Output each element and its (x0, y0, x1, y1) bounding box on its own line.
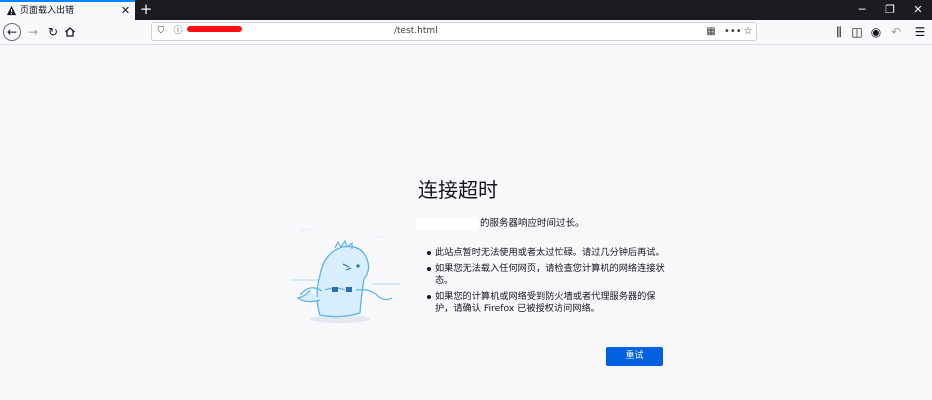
reload-button[interactable]: ↻ (44, 23, 62, 41)
url-bar[interactable]: ⛉ ⓘ /test.html ▦ ••• ☆ (151, 22, 757, 41)
tab-close-icon[interactable]: ✕ (120, 4, 131, 18)
bookmark-star-icon[interactable]: ☆ (741, 25, 755, 38)
list-item: 如果您的计算机或网络受到防火墙或者代理服务器的保护，请确认 Firefox 已被… (426, 291, 666, 315)
error-description: 的服务器响应时间过长。 (480, 218, 585, 229)
arrow-left-icon: ← (6, 25, 18, 39)
account-icon: ◉ (870, 25, 882, 39)
undo-icon: ↶ (890, 25, 902, 39)
navigation-toolbar: ← → ↻ ⛉ ⓘ /test.html ▦ ••• ☆ ⫼ ◫ ◉ ↶ ☰ (0, 20, 932, 45)
minimize-button[interactable]: ─ (847, 0, 877, 20)
tab-error-page[interactable]: 页面载入出错 ✕ (0, 0, 135, 20)
home-button[interactable] (61, 23, 79, 41)
error-suggestions-list: 此站点暂时无法使用或者太过忙碌。请过几分钟后再试。 如果您无法载入任何网页，请检… (426, 247, 666, 319)
tracking-protection-shield-icon[interactable]: ⛉ (155, 25, 167, 38)
browser-window: 页面载入出错 ✕ + ─ ❐ ✕ ← → ↻ ⛉ ⓘ /test.html ▦ … (0, 0, 932, 400)
dinosaur-illustration (290, 228, 400, 323)
redacted-host-name (416, 218, 478, 230)
home-icon (65, 27, 75, 37)
list-item: 此站点暂时无法使用或者太过忙碌。请过几分钟后再试。 (426, 247, 666, 259)
new-tab-button[interactable]: + (139, 1, 153, 17)
sidebar-button[interactable]: ◫ (848, 23, 866, 41)
redacted-host (187, 26, 242, 32)
app-menu-button[interactable]: ☰ (911, 23, 929, 41)
hamburger-menu-icon: ☰ (914, 25, 926, 39)
undo-close-button[interactable]: ↶ (887, 23, 905, 41)
close-window-button[interactable]: ✕ (903, 0, 932, 20)
error-title: 连接超时 (418, 178, 498, 202)
sidebar-icon: ◫ (851, 25, 863, 39)
qr-code-icon[interactable]: ▦ (704, 25, 718, 38)
arrow-right-icon: → (27, 25, 39, 39)
tab-strip: 页面载入出错 ✕ + ─ ❐ ✕ (0, 0, 932, 20)
page-actions-menu-icon[interactable]: ••• (724, 25, 742, 38)
library-button[interactable]: ⫼ (830, 23, 848, 41)
library-icon: ⫼ (836, 25, 842, 39)
back-button[interactable]: ← (3, 23, 21, 41)
account-button[interactable]: ◉ (867, 23, 885, 41)
site-info-icon[interactable]: ⓘ (172, 25, 184, 38)
reload-icon: ↻ (47, 25, 59, 39)
warning-icon (6, 5, 17, 16)
retry-button[interactable]: 重试 (606, 347, 663, 366)
list-item: 如果您无法载入任何网页，请检查您计算机的网络连接状态。 (426, 263, 666, 287)
url-text: /test.html (394, 26, 438, 36)
forward-button[interactable]: → (24, 23, 42, 41)
restore-button[interactable]: ❐ (875, 0, 905, 20)
tab-title: 页面载入出错 (20, 6, 75, 16)
